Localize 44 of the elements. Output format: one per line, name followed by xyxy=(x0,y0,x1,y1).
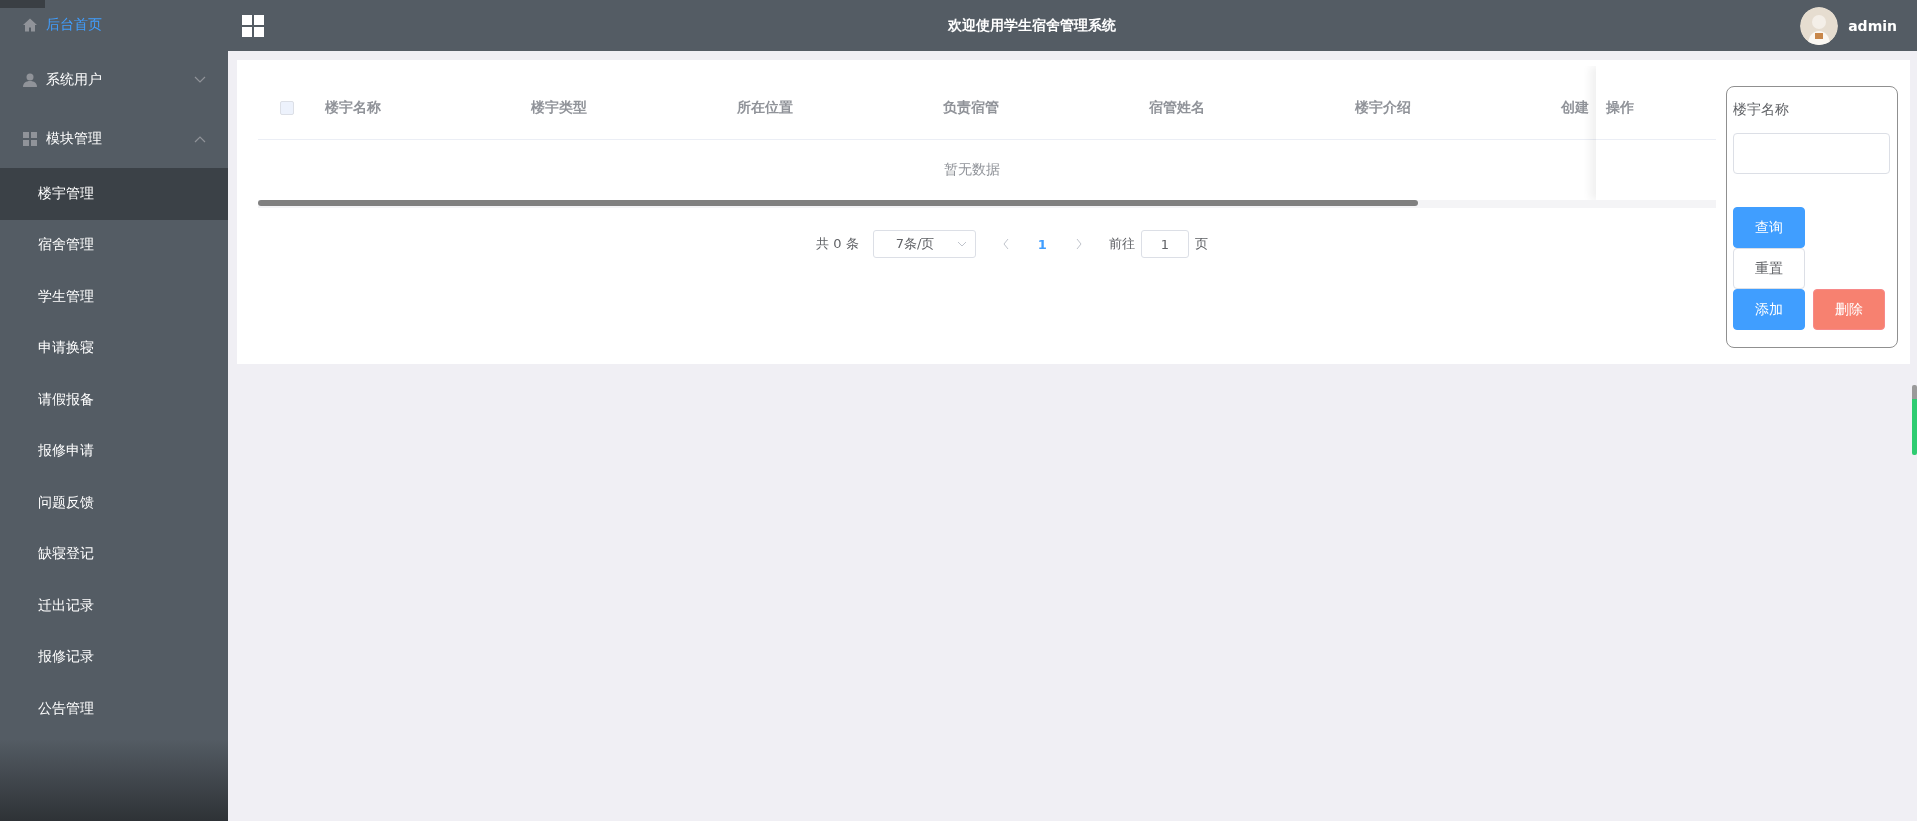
submenu-item[interactable]: 申请换寝 xyxy=(0,322,228,374)
action-button[interactable]: 重置 xyxy=(1733,248,1805,289)
goto-label: 前往 xyxy=(1108,235,1135,253)
page-input[interactable]: 1 xyxy=(1140,230,1189,258)
column-header: 创建 xyxy=(1561,98,1589,117)
field-label: 楼宇名称 xyxy=(1733,101,1790,119)
submenu-item[interactable]: 请假报备 xyxy=(0,374,228,426)
scrollbar-thumb[interactable] xyxy=(258,200,1418,206)
grid-icon xyxy=(22,130,38,147)
next-page-icon[interactable] xyxy=(1074,238,1083,250)
column-header: 宿管姓名 xyxy=(1149,98,1205,117)
chevron-down-icon xyxy=(194,75,206,84)
menu-icon[interactable] xyxy=(242,14,264,37)
select-all-checkbox[interactable] xyxy=(279,100,294,115)
column-header: 楼宇名称 xyxy=(325,98,381,117)
empty-message: 暂无数据 xyxy=(943,160,1001,179)
submenu-item[interactable]: 问题反馈 xyxy=(0,477,228,529)
submenu-item[interactable]: 宿舍管理 xyxy=(0,219,228,271)
total-count: 共 0 条 xyxy=(816,235,859,253)
menu-item[interactable]: 模块管理 xyxy=(0,109,228,168)
chevron-up-icon xyxy=(194,134,206,143)
column-header: 楼宇介绍 xyxy=(1355,98,1411,117)
submenu-item[interactable]: 公告管理 xyxy=(0,683,228,735)
submenu-item[interactable]: 报修申请 xyxy=(0,425,228,477)
submenu-item[interactable]: 楼宇管理 xyxy=(0,168,228,220)
user-name[interactable]: admin xyxy=(1848,17,1897,34)
avatar[interactable] xyxy=(1800,6,1839,45)
column-header: 负责宿管 xyxy=(943,98,999,117)
menu-item[interactable]: 系统用户 xyxy=(0,50,228,109)
submenu-item[interactable]: 学生管理 xyxy=(0,271,228,323)
submenu-item[interactable]: 迁出记录 xyxy=(0,580,228,632)
submenu-item[interactable]: 报修记录 xyxy=(0,631,228,683)
prev-page-icon[interactable] xyxy=(1001,238,1010,250)
input-field[interactable] xyxy=(1733,133,1890,174)
home-icon xyxy=(22,17,38,33)
page-size-select[interactable]: 7条/页 xyxy=(872,230,976,258)
user-icon xyxy=(22,71,38,88)
app-title: 欢迎使用学生宿舍管理系统 xyxy=(947,16,1118,35)
chevron-down-icon xyxy=(956,241,967,247)
column-header: 所在位置 xyxy=(737,98,793,117)
submenu-item[interactable]: 缺寝登记 xyxy=(0,528,228,580)
column-header: 操作 xyxy=(1596,66,1716,140)
page-suffix: 页 xyxy=(1194,235,1208,253)
column-header: 楼宇类型 xyxy=(531,98,587,117)
